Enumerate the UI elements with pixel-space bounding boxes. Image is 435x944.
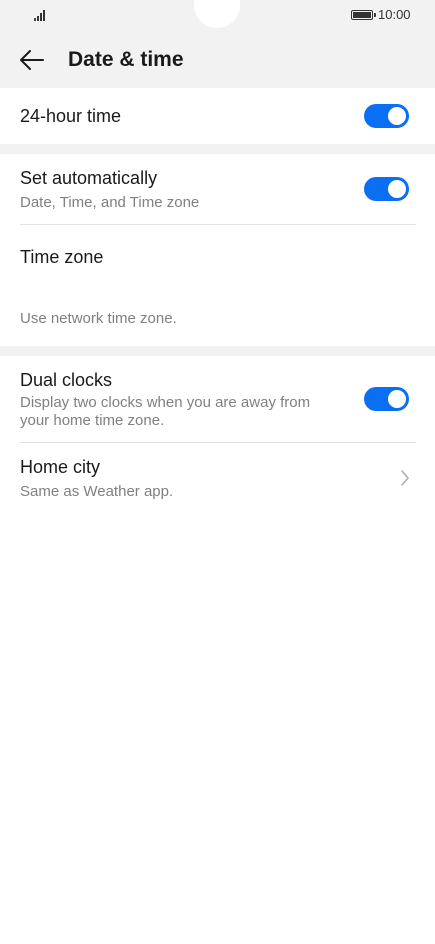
status-time: 10:00 [378, 7, 411, 22]
back-arrow-icon [20, 50, 44, 70]
toggle-knob [388, 390, 406, 408]
header: Date & time [0, 32, 435, 88]
status-bar: 10:00 [0, 0, 435, 32]
toggle-knob [388, 107, 406, 125]
setting-set-automatically[interactable]: Set automatically Date, Time, and Time z… [0, 154, 435, 224]
signal-icon [34, 9, 48, 21]
setting-24-hour-time-label: 24-hour time [20, 106, 122, 126]
toggle-24-hour-time[interactable] [364, 104, 409, 128]
setting-set-automatically-label: Set automatically [20, 168, 158, 188]
setting-set-automatically-subtitle: Date, Time, and Time zone [20, 194, 200, 211]
back-button[interactable] [14, 43, 50, 77]
toggle-knob [388, 180, 406, 198]
toggle-dual-clocks[interactable] [364, 387, 409, 411]
toggle-set-automatically[interactable] [364, 177, 409, 201]
setting-time-zone-label: Time zone [20, 247, 104, 267]
section-gap [0, 346, 435, 356]
battery-icon [351, 10, 376, 20]
page-title: Date & time [68, 48, 184, 71]
setting-home-city[interactable]: Home city Same as Weather app. [0, 443, 435, 513]
setting-dual-clocks-label: Dual clocks [20, 370, 113, 390]
screen: 10:00 Date & time 24-hour time Set autom… [0, 0, 435, 944]
chevron-right-icon [401, 470, 409, 486]
setting-home-city-label: Home city [20, 457, 101, 477]
setting-dual-clocks-subtitle: Display two clocks when you are away fro… [20, 394, 311, 429]
setting-time-zone-note: Use network time zone. [20, 310, 177, 327]
setting-24-hour-time[interactable]: 24-hour time [0, 88, 435, 144]
setting-time-zone[interactable]: Time zone Use network time zone. [0, 225, 435, 346]
camera-notch [194, 0, 240, 28]
setting-dual-clocks[interactable]: Dual clocks Display two clocks when you … [0, 356, 435, 442]
setting-home-city-subtitle: Same as Weather app. [20, 483, 174, 500]
section-gap [0, 144, 435, 154]
